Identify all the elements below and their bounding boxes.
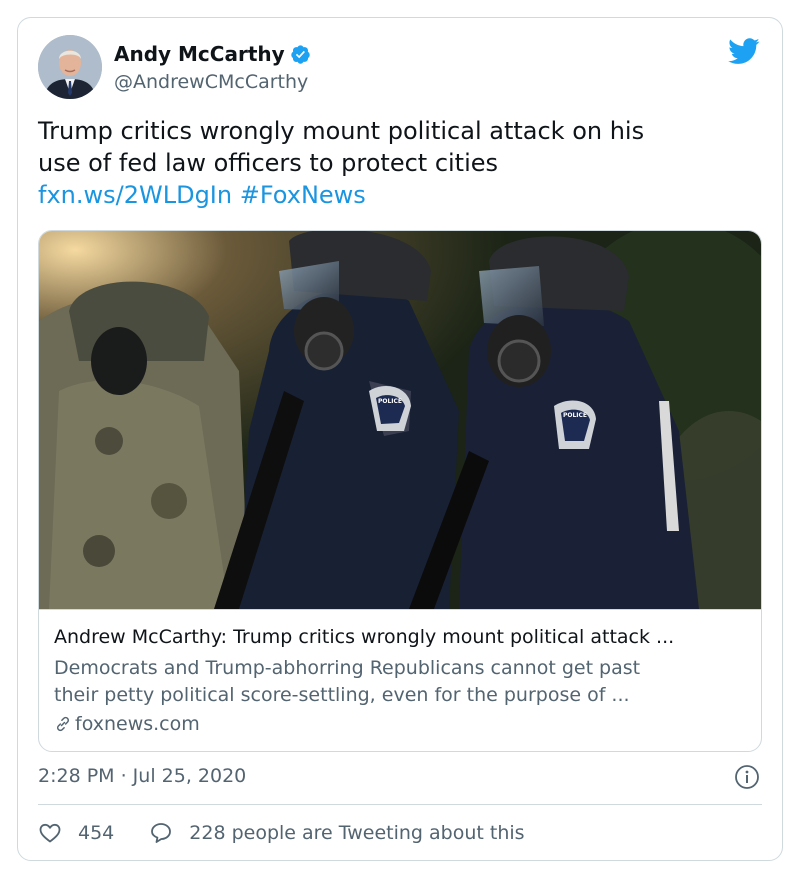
author-name[interactable]: Andy McCarthy — [114, 42, 285, 66]
card-description-line-1: Democrats and Trump-abhorring Republican… — [54, 657, 641, 679]
card-domain[interactable]: foxnews.com — [54, 713, 200, 735]
verified-badge-icon — [290, 44, 310, 64]
twitter-bird-icon[interactable] — [728, 38, 760, 65]
tweet-short-link[interactable]: fxn.ws/2WLDgIn — [38, 181, 232, 209]
card-title[interactable]: Andrew McCarthy: Trump critics wrongly m… — [54, 626, 754, 648]
tweet-text-line-1: Trump critics wrongly mount political at… — [38, 117, 645, 145]
link-icon — [56, 716, 70, 732]
card-description: Democrats and Trump-abhorring Republican… — [54, 655, 754, 709]
hashtag-link[interactable]: #FoxNews — [240, 181, 366, 209]
link-card[interactable]: POLICE POLICE Andrew McCarthy: Trump cri… — [38, 230, 762, 752]
article-photo[interactable]: POLICE POLICE — [39, 231, 761, 609]
heart-icon — [39, 823, 61, 843]
author-handle[interactable]: @AndrewCMcCarthy — [114, 71, 308, 93]
tweet-text: Trump critics wrongly mount political at… — [38, 115, 758, 211]
like-count[interactable]: 454 — [78, 822, 114, 844]
timestamp[interactable]: 2:28 PM · Jul 25, 2020 — [38, 765, 246, 787]
tweet-links-line: fxn.ws/2WLDgIn #FoxNews — [38, 179, 758, 211]
badge-text-1: POLICE — [378, 398, 402, 405]
card-body[interactable]: Andrew McCarthy: Trump critics wrongly m… — [39, 609, 761, 751]
speech-bubble-icon — [151, 823, 172, 843]
card-description-line-2: their petty political score-settling, ev… — [54, 684, 630, 706]
tweet-text-line-2: use of fed law officers to protect citie… — [38, 149, 499, 177]
tweet-embed[interactable]: Andy McCarthy @AndrewCMcCarthy Trump cri… — [17, 17, 783, 861]
divider — [38, 804, 762, 805]
tweeting-count-text[interactable]: 228 people are Tweeting about this — [189, 822, 524, 844]
info-icon[interactable] — [734, 764, 760, 790]
action-bar: 454 228 people are Tweeting about this — [38, 821, 525, 845]
like-button[interactable]: 454 — [38, 821, 114, 845]
badge-text-2: POLICE — [563, 412, 587, 419]
author-name-row[interactable]: Andy McCarthy — [114, 42, 311, 66]
card-domain-text[interactable]: foxnews.com — [75, 713, 200, 735]
avatar[interactable] — [38, 35, 102, 99]
tweeting-link[interactable]: 228 people are Tweeting about this — [149, 821, 525, 845]
